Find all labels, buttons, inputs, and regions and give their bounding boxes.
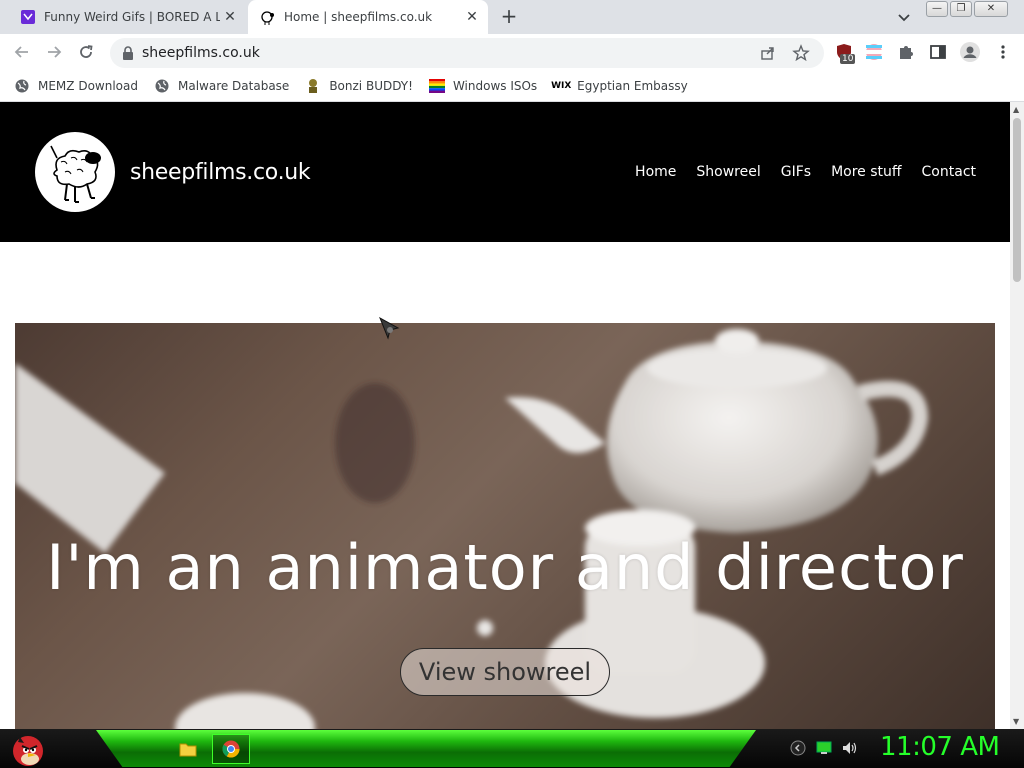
bookmark-malware-database[interactable]: Malware Database — [154, 78, 289, 94]
screen: Funny Weird Gifs | BORED A LOT ✕ Home | … — [0, 0, 1024, 768]
lock-icon — [123, 46, 133, 60]
tab-title: Home | sheepfilms.co.uk — [284, 10, 433, 24]
scroll-down-arrow-icon[interactable]: ▼ — [1013, 717, 1019, 726]
site-name[interactable]: sheepfilms.co.uk — [130, 160, 311, 185]
arrow-left-icon — [14, 46, 28, 58]
window-controls: — ❐ ✕ — [926, 1, 1008, 17]
tray-arrow-icon[interactable] — [790, 740, 806, 756]
extension-badge: 10 — [840, 54, 856, 64]
network-icon[interactable] — [816, 741, 832, 755]
globe-icon — [154, 78, 170, 94]
scroll-up-arrow-icon[interactable]: ▲ — [1013, 105, 1019, 114]
share-icon[interactable] — [760, 45, 776, 61]
nav-gifs[interactable]: GIFs — [781, 164, 811, 180]
chrome-icon — [222, 740, 240, 758]
taskbar: 11:07 AM — [0, 729, 1024, 768]
profile-avatar-icon[interactable] — [960, 42, 980, 62]
windows-icon — [428, 78, 445, 94]
browser-toolbar: sheepfilms.co.uk 10 — [0, 34, 1024, 71]
sheep-icon — [50, 145, 101, 203]
bookmark-label: MEMZ Download — [38, 79, 138, 93]
chevron-down-icon[interactable] — [894, 7, 914, 27]
side-panel-icon[interactable] — [929, 43, 947, 61]
new-tab-button[interactable]: + — [497, 5, 521, 29]
hero-title: I'm an animator and director — [46, 531, 964, 604]
page-scrollbar[interactable]: ▲ ▼ — [1010, 102, 1024, 729]
nav-home[interactable]: Home — [635, 164, 676, 180]
url-text: sheepfilms.co.uk — [142, 45, 260, 61]
bookmark-label: Bonzi BUDDY! — [329, 79, 413, 93]
bookmark-memz[interactable]: MEMZ Download — [14, 78, 138, 94]
view-showreel-button[interactable]: View showreel — [400, 648, 610, 696]
tab-sheepfilms[interactable]: Home | sheepfilms.co.uk ✕ — [248, 0, 488, 34]
bonzi-icon — [305, 78, 321, 94]
close-tab-icon[interactable]: ✕ — [220, 7, 240, 27]
site-nav: Home Showreel GIFs More stuff Contact — [615, 164, 976, 180]
taskbar-clock[interactable]: 11:07 AM — [880, 732, 1000, 762]
nav-contact[interactable]: Contact — [922, 164, 976, 180]
sheep-icon — [261, 11, 274, 25]
tab-bored-a-lot[interactable]: Funny Weird Gifs | BORED A LOT ✕ — [8, 0, 246, 34]
address-bar[interactable]: sheepfilms.co.uk — [110, 38, 824, 68]
minimize-button[interactable]: — — [926, 1, 948, 17]
arrow-right-icon — [48, 46, 62, 58]
bookmark-label: Windows ISOs — [452, 79, 538, 93]
reload-button[interactable] — [74, 40, 98, 64]
page-viewport: sheepfilms.co.uk Home Showreel GIFs More… — [0, 102, 1010, 729]
system-tray — [790, 740, 858, 756]
angry-bird-start-icon[interactable] — [6, 729, 46, 768]
reload-icon — [80, 45, 93, 58]
kebab-menu-icon[interactable] — [994, 43, 1012, 61]
tab-title: Funny Weird Gifs | BORED A LOT — [44, 10, 220, 24]
wix-icon: WIX — [551, 81, 572, 91]
taskbar-chrome[interactable] — [212, 734, 250, 764]
forward-button[interactable] — [42, 40, 66, 64]
site-header: sheepfilms.co.uk Home Showreel GIFs More… — [0, 102, 1010, 242]
bookmark-egyptian-embassy[interactable]: WIX Egyptian Embassy — [551, 78, 688, 94]
close-window-button[interactable]: ✕ — [974, 1, 1008, 17]
puzzle-icon[interactable] — [897, 43, 915, 61]
taskbar-file-explorer[interactable] — [172, 734, 204, 764]
hero-section: I'm an animator and director View showre… — [15, 323, 995, 729]
nav-more-stuff[interactable]: More stuff — [831, 164, 901, 180]
sheep-logo[interactable] — [35, 132, 115, 212]
tab-strip: Funny Weird Gifs | BORED A LOT ✕ Home | … — [0, 0, 1024, 34]
scrollbar-thumb[interactable] — [1013, 118, 1021, 282]
globe-icon — [14, 78, 30, 94]
bookmark-label: Malware Database — [177, 79, 290, 93]
close-tab-icon[interactable]: ✕ — [462, 7, 482, 27]
bookmark-label: Egyptian Embassy — [577, 79, 688, 93]
folder-icon — [179, 743, 197, 757]
bookmarks-bar: MEMZ Download Malware Database Bonzi BUD… — [0, 71, 1024, 102]
mouse-cursor-icon — [379, 316, 400, 340]
bored-a-lot-icon — [21, 10, 35, 24]
bookmark-windows-isos[interactable]: Windows ISOs — [428, 78, 538, 94]
star-icon[interactable] — [792, 44, 810, 62]
flag-extension-icon[interactable] — [865, 43, 883, 61]
bookmark-bonzi-buddy[interactable]: Bonzi BUDDY! — [305, 78, 413, 94]
restore-button[interactable]: ❐ — [950, 1, 972, 17]
back-button[interactable] — [10, 40, 34, 64]
speaker-icon[interactable] — [842, 741, 858, 755]
nav-showreel[interactable]: Showreel — [696, 164, 760, 180]
